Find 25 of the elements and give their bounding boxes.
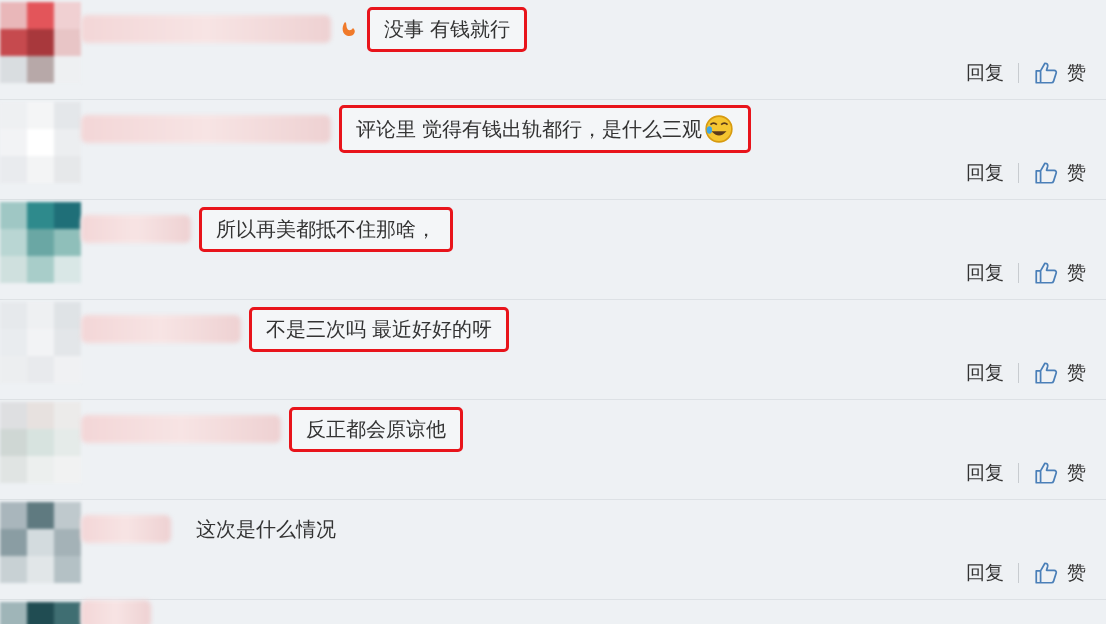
comment-text: 评论里 觉得有钱出轨都行，是什么三观: [339, 105, 752, 153]
thumbs-up-icon: [1033, 560, 1059, 586]
comment-text: 不是三次吗 最近好好的呀: [249, 306, 510, 352]
like-button[interactable]: 赞: [1033, 160, 1086, 186]
like-button[interactable]: 赞: [1033, 360, 1086, 386]
blurred-username: [81, 600, 151, 624]
reply-link[interactable]: 回复: [966, 360, 1004, 386]
comment-text: 所以再美都抵不住那啥，: [199, 206, 453, 252]
thumbs-up-icon: [1033, 460, 1059, 486]
comment-text: 这次是什么情况: [195, 515, 337, 543]
like-button[interactable]: 赞: [1033, 260, 1086, 286]
thumbs-up-icon: [1033, 360, 1059, 386]
thumbs-up-icon: [1033, 260, 1059, 286]
reply-link[interactable]: 回复: [966, 560, 1004, 586]
comment-text: 反正都会原谅他: [289, 406, 463, 452]
reply-link[interactable]: 回复: [966, 460, 1004, 486]
like-button[interactable]: 赞: [1033, 560, 1086, 586]
like-button[interactable]: 赞: [1033, 460, 1086, 486]
reply-link[interactable]: 回复: [966, 260, 1004, 286]
comment-text: 没事 有钱就行: [367, 6, 528, 52]
thumbs-up-icon: [1033, 160, 1059, 186]
reply-link[interactable]: 回复: [966, 60, 1004, 86]
like-button[interactable]: 赞: [1033, 60, 1086, 86]
thumbs-up-icon: [1033, 60, 1059, 86]
reply-link[interactable]: 回复: [966, 160, 1004, 186]
